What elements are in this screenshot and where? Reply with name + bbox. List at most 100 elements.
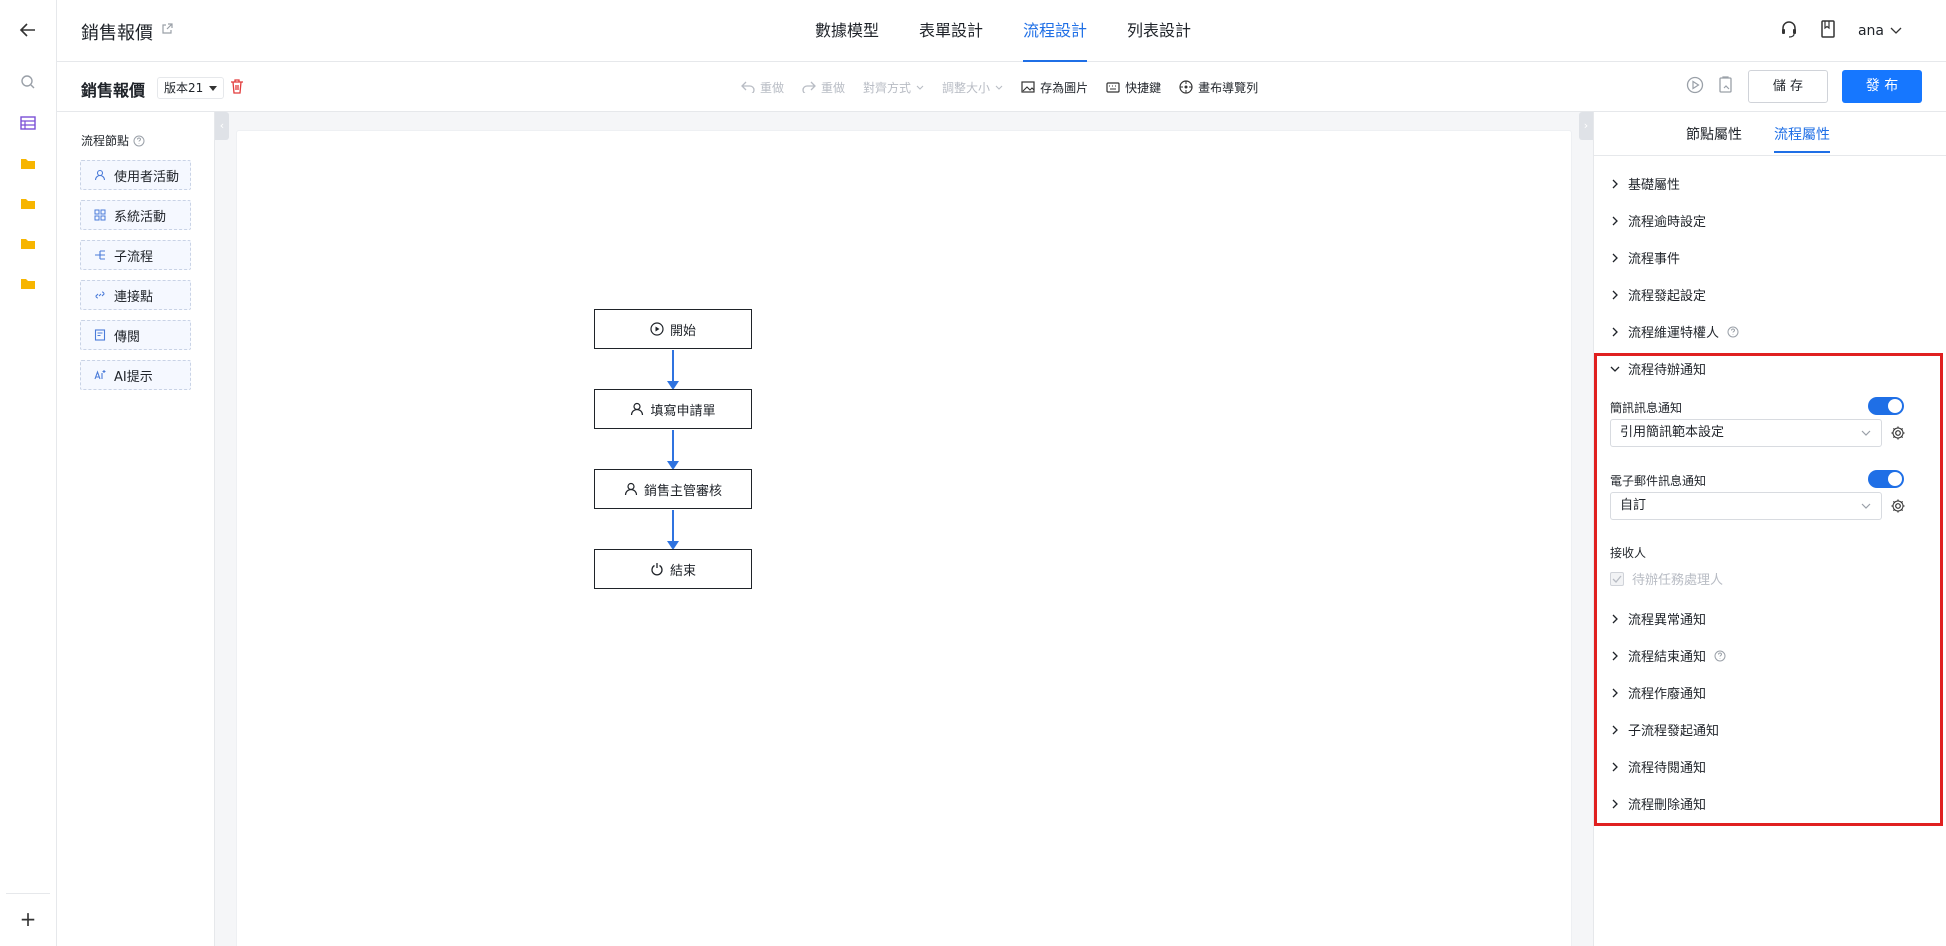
resize-dropdown[interactable]: 調整大小 xyxy=(942,79,1003,96)
compass-icon xyxy=(1179,80,1193,94)
recipient-checkbox[interactable] xyxy=(1610,571,1624,586)
back-arrow-icon[interactable] xyxy=(16,20,40,44)
shortcuts-button[interactable]: 快捷鍵 xyxy=(1106,79,1161,96)
canvas-tools: 重做 重做 對齊方式 調整大小 存為圖片 快捷鍵 畫布導覽列 xyxy=(741,62,1258,112)
link-icon xyxy=(95,291,105,299)
section-todo-notification[interactable]: 流程待辦通知 xyxy=(1610,359,1706,378)
section-ops-privileged[interactable]: 流程維運特權人 xyxy=(1610,322,1739,341)
table-icon[interactable] xyxy=(17,112,39,134)
image-icon xyxy=(1021,81,1035,93)
external-link-icon[interactable] xyxy=(161,23,175,37)
user-menu[interactable]: ana xyxy=(1858,23,1902,39)
flow-node-end[interactable]: 結束 xyxy=(594,549,752,589)
tab-data-model[interactable]: 數據模型 xyxy=(795,0,899,62)
publish-button[interactable]: 發 布 xyxy=(1842,70,1922,103)
folder-icon[interactable] xyxy=(17,272,39,294)
palette-item-label: 連接點 xyxy=(114,289,154,305)
email-template-select[interactable]: 自訂 xyxy=(1610,492,1882,520)
palette-item-connector[interactable]: 連接點 xyxy=(80,280,191,310)
collapse-left-button[interactable]: ‹ xyxy=(215,112,229,140)
email-settings-gear-icon[interactable] xyxy=(1890,498,1906,514)
section-toread-notification[interactable]: 流程待閱通知 xyxy=(1610,757,1706,776)
tab-process-design[interactable]: 流程設計 xyxy=(1003,0,1107,62)
section-exception-notification[interactable]: 流程異常通知 xyxy=(1610,609,1706,628)
headset-icon[interactable] xyxy=(1780,20,1798,42)
folder-icon[interactable] xyxy=(17,232,39,254)
folder-icon[interactable] xyxy=(17,152,39,174)
canvas-area: ‹ › 開始 填寫申請單 銷售主管審核 結束 xyxy=(215,112,1593,946)
section-initiation-settings[interactable]: 流程發起設定 xyxy=(1610,285,1706,304)
sms-notification-toggle[interactable] xyxy=(1868,397,1904,415)
play-icon xyxy=(650,322,664,336)
section-void-notification[interactable]: 流程作廢通知 xyxy=(1610,683,1706,702)
document-icon xyxy=(94,329,106,341)
chevron-right-icon xyxy=(1612,216,1618,225)
section-label: 流程維運特權人 xyxy=(1628,326,1720,341)
tab-form-design[interactable]: 表單設計 xyxy=(899,0,1003,62)
recipient-option-label: 待辦任務處理人 xyxy=(1632,573,1724,588)
collapse-right-button[interactable]: › xyxy=(1579,112,1593,140)
folder-icon[interactable] xyxy=(17,192,39,214)
flow-node-fill-application[interactable]: 填寫申請單 xyxy=(594,389,752,429)
email-template-value: 自訂 xyxy=(1620,498,1647,513)
section-label: 流程刪除通知 xyxy=(1628,798,1707,813)
sms-settings-gear-icon[interactable] xyxy=(1890,425,1906,441)
undo-button[interactable]: 重做 xyxy=(741,79,784,96)
save-button[interactable]: 儲 存 xyxy=(1748,70,1828,103)
left-rail: + xyxy=(0,0,57,946)
tab-list-design[interactable]: 列表設計 xyxy=(1107,0,1211,62)
nav-preview-button[interactable]: 畫布導覽列 xyxy=(1179,79,1258,96)
flow-connector xyxy=(667,350,679,390)
align-label: 對齊方式 xyxy=(863,80,912,95)
palette-item-label: 傳閱 xyxy=(114,329,141,345)
toolbar-actions: 儲 存 發 布 xyxy=(1686,70,1922,103)
section-timeout-settings[interactable]: 流程逾時設定 xyxy=(1610,211,1706,230)
redo-button[interactable]: 重做 xyxy=(802,79,845,96)
node-palette: 流程節點 使用者活動 系統活動 子流程 連接點 傳閱 AI提示 xyxy=(57,112,215,946)
app-title: 銷售報價 xyxy=(81,23,153,44)
align-dropdown[interactable]: 對齊方式 xyxy=(863,79,924,96)
section-subflow-notification[interactable]: 子流程發起通知 xyxy=(1610,720,1719,739)
chevron-right-icon xyxy=(1612,762,1618,771)
tab-process-properties[interactable]: 流程屬性 xyxy=(1774,124,1830,153)
run-icon[interactable] xyxy=(1686,76,1704,98)
palette-item-system-activity[interactable]: 系統活動 xyxy=(80,200,191,230)
palette-item-ai-prompt[interactable]: AI提示 xyxy=(80,360,191,390)
section-delete-notification[interactable]: 流程刪除通知 xyxy=(1610,794,1706,813)
section-basic-properties[interactable]: 基礎屬性 xyxy=(1610,174,1680,193)
help-icon[interactable] xyxy=(1727,326,1739,338)
keyboard-icon xyxy=(1106,81,1120,93)
sms-template-select[interactable]: 引用簡訊範本設定 xyxy=(1610,419,1882,447)
palette-item-subflow[interactable]: 子流程 xyxy=(80,240,191,270)
palette-item-label: 子流程 xyxy=(114,249,154,265)
version-select[interactable]: 版本21 xyxy=(157,77,225,99)
section-label: 基礎屬性 xyxy=(1628,178,1681,193)
trash-icon[interactable] xyxy=(230,79,246,95)
flow-canvas[interactable]: 開始 填寫申請單 銷售主管審核 結束 xyxy=(236,130,1572,946)
recipient-todo-handler[interactable]: 待辦任務處理人 xyxy=(1610,569,1723,588)
flow-node-label: 銷售主管審核 xyxy=(643,483,722,499)
add-icon[interactable]: + xyxy=(17,908,39,930)
flow-node-manager-review[interactable]: 銷售主管審核 xyxy=(594,469,752,509)
email-notification-toggle[interactable] xyxy=(1868,470,1904,488)
help-icon[interactable] xyxy=(133,135,145,147)
search-icon[interactable] xyxy=(17,71,39,93)
chevron-down-icon xyxy=(1861,503,1871,509)
check-document-icon[interactable] xyxy=(1718,75,1734,98)
chevron-right-icon xyxy=(1612,799,1618,808)
section-process-events[interactable]: 流程事件 xyxy=(1610,248,1680,267)
tab-node-properties[interactable]: 節點屬性 xyxy=(1686,124,1742,144)
palette-item-circulate[interactable]: 傳閱 xyxy=(80,320,191,350)
chevron-down-icon xyxy=(916,85,924,90)
chevron-right-icon xyxy=(1612,651,1618,660)
properties-panel: 節點屬性 流程屬性 基礎屬性 流程逾時設定 流程事件 流程發起設定 流程維運特權… xyxy=(1593,112,1946,946)
help-icon[interactable] xyxy=(1714,650,1726,662)
flow-node-start[interactable]: 開始 xyxy=(594,309,752,349)
power-icon xyxy=(651,563,663,576)
section-end-notification[interactable]: 流程結束通知 xyxy=(1610,646,1726,665)
sms-notification-label: 簡訊訊息通知 xyxy=(1610,401,1683,415)
user-icon xyxy=(631,402,644,416)
save-image-button[interactable]: 存為圖片 xyxy=(1021,79,1088,96)
book-icon[interactable] xyxy=(1820,20,1836,42)
palette-item-user-activity[interactable]: 使用者活動 xyxy=(80,160,191,190)
